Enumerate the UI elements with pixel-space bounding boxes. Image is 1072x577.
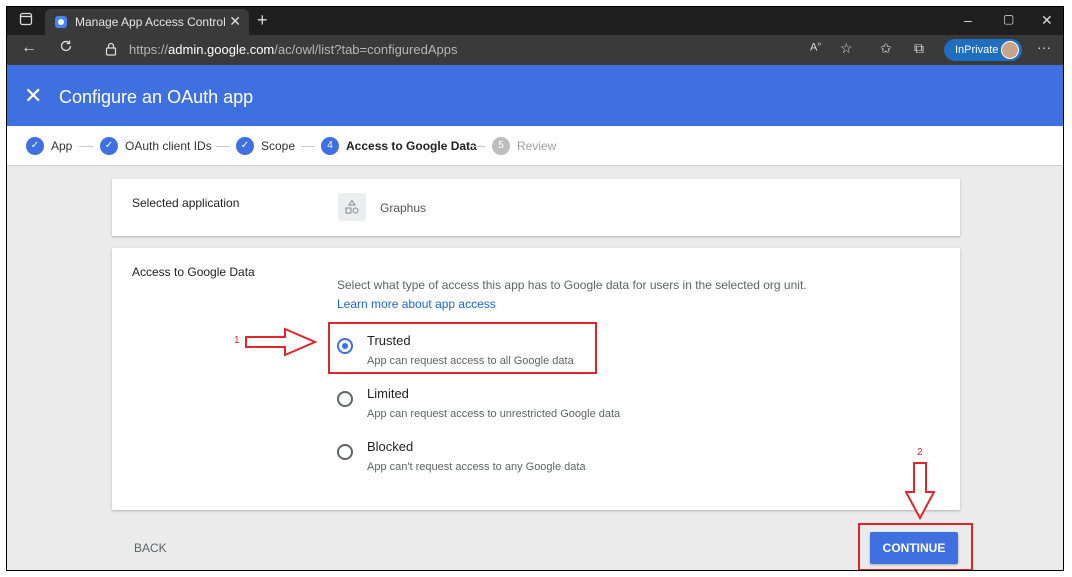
step-divider <box>301 146 315 147</box>
annotation-arrow-right-icon <box>245 327 317 357</box>
browser-tab[interactable]: Manage App Access Control - Ac ✕ <box>45 9 249 35</box>
more-icon[interactable]: ··· <box>1037 39 1051 55</box>
avatar <box>1001 41 1019 59</box>
read-aloud-icon[interactable]: A» <box>810 41 821 54</box>
url-field[interactable]: https://admin.google.com/ac/owl/list?tab… <box>95 38 915 62</box>
back-arrow-icon[interactable]: ← <box>21 39 37 57</box>
collections-icon[interactable]: ⧉ <box>914 40 924 57</box>
step-label: Access to Google Data <box>346 139 477 153</box>
step-label: Scope <box>261 139 296 153</box>
highlight-box-continue <box>858 523 973 570</box>
stepper: ✓ App ✓ OAuth client IDs ✓ Scope 4 Acces… <box>7 126 1063 166</box>
step-divider <box>471 146 485 147</box>
step-divider <box>216 146 230 147</box>
tab-close-icon[interactable]: ✕ <box>229 13 241 30</box>
learn-more-link[interactable]: Learn more about app access <box>337 297 496 311</box>
step-label: Review <box>517 139 557 153</box>
inprivate-label: InPrivate <box>955 44 999 56</box>
annotation-arrow-down-icon <box>905 462 935 520</box>
minimize-icon[interactable]: – <box>964 12 972 28</box>
access-card: Access to Google Data Select what type o… <box>112 248 960 510</box>
check-icon: ✓ <box>26 137 44 155</box>
browser-window: Manage App Access Control - Ac ✕ + – ▢ ✕… <box>6 6 1064 571</box>
option-desc: App can request access to unrestricted G… <box>367 408 621 420</box>
tab-actions-icon[interactable] <box>19 12 33 29</box>
address-bar: ← https://admin.google.com/ac/owl/list?t… <box>7 35 1063 65</box>
window-close-icon[interactable]: ✕ <box>1041 12 1053 29</box>
selected-application-card: Selected application Graphus <box>112 179 960 236</box>
step-divider <box>79 146 93 147</box>
tab-title: Manage App Access Control - Ac <box>75 15 225 29</box>
step-number: 4 <box>321 137 339 155</box>
page-title: Configure an OAuth app <box>59 87 254 107</box>
step-number: 5 <box>492 137 510 155</box>
access-description: Select what type of access this app has … <box>337 278 807 292</box>
check-icon: ✓ <box>236 137 254 155</box>
favorites-icon[interactable]: ✩ <box>880 40 892 57</box>
check-icon: ✓ <box>100 137 118 155</box>
back-button[interactable]: BACK <box>134 541 167 555</box>
step-label: App <box>51 139 73 153</box>
admin-favicon-icon <box>55 16 67 28</box>
option-desc: App can't request access to any Google d… <box>367 461 586 473</box>
close-icon[interactable]: ✕ <box>24 83 42 109</box>
app-shapes-icon <box>338 193 366 221</box>
highlight-box-trusted <box>328 322 597 374</box>
option-title: Limited <box>367 386 409 401</box>
annotation-number-2: 2 <box>917 447 923 458</box>
new-tab-icon[interactable]: + <box>257 10 268 31</box>
page-header: ✕ Configure an OAuth app <box>7 65 1063 126</box>
url-text: https://admin.google.com/ac/owl/list?tab… <box>129 42 458 57</box>
selected-application-label: Selected application <box>132 196 240 210</box>
radio-blocked[interactable] <box>337 444 353 460</box>
option-title: Blocked <box>367 439 414 454</box>
access-label: Access to Google Data <box>132 265 255 279</box>
restore-icon[interactable]: ▢ <box>1003 12 1014 26</box>
title-bar: Manage App Access Control - Ac ✕ + – ▢ ✕ <box>7 7 1063 35</box>
app-name: Graphus <box>380 201 427 215</box>
annotation-number-1: 1 <box>234 335 240 346</box>
lock-icon[interactable] <box>105 42 117 59</box>
step-label: OAuth client IDs <box>125 139 212 153</box>
favorites-add-icon[interactable]: ☆ <box>840 40 853 57</box>
refresh-icon[interactable] <box>59 39 73 56</box>
inprivate-badge[interactable]: InPrivate <box>944 39 1022 61</box>
radio-limited[interactable] <box>337 391 353 407</box>
